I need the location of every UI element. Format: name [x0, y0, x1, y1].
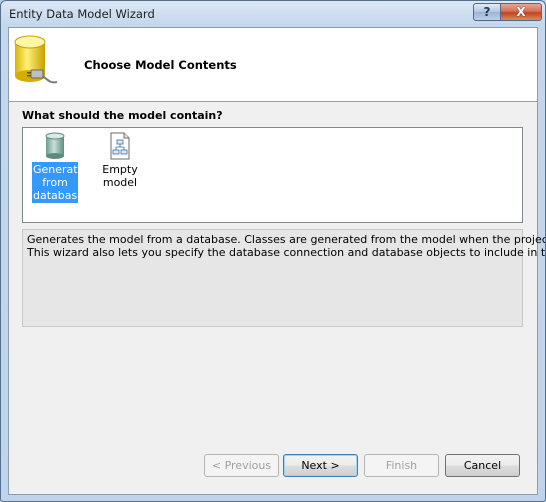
finish-button[interactable]: Finish	[364, 454, 439, 477]
section-label: What should the model contain?	[22, 109, 223, 122]
option-description: Generates the model from a database. Cla…	[22, 229, 546, 327]
help-button[interactable]: ?	[473, 3, 501, 21]
next-button[interactable]: Next >	[283, 454, 358, 477]
wizard-header: Choose Model Contents	[9, 28, 537, 102]
database-plug-icon	[14, 35, 58, 84]
cancel-button[interactable]: Cancel	[445, 454, 520, 477]
window-title: Entity Data Model Wizard	[9, 7, 155, 21]
page-title: Choose Model Contents	[84, 58, 237, 72]
empty-model-icon	[110, 132, 130, 160]
option-empty-model[interactable]: Empty model	[85, 132, 155, 190]
wizard-window: Entity Data Model Wizard ? X Choose Mode…	[0, 0, 546, 502]
database-icon	[45, 132, 65, 159]
close-icon: X	[516, 5, 526, 19]
option-generate-label: Generate from database	[32, 162, 85, 203]
wizard-client-area: Choose Model Contents What should the mo…	[8, 27, 546, 495]
option-generate-from-database[interactable]: Generate from database	[32, 132, 85, 203]
title-bar[interactable]: Entity Data Model Wizard ? X	[1, 1, 545, 27]
model-contents-list[interactable]: Generate from database Empty model	[22, 127, 523, 223]
close-button[interactable]: X	[500, 3, 542, 21]
description-line-2: This wizard also lets you specify the da…	[27, 246, 546, 259]
description-line-1: Generates the model from a database. Cla…	[27, 233, 545, 246]
option-empty-label: Empty model	[102, 163, 138, 189]
help-icon: ?	[483, 5, 491, 19]
previous-button[interactable]: < Previous	[204, 454, 279, 477]
